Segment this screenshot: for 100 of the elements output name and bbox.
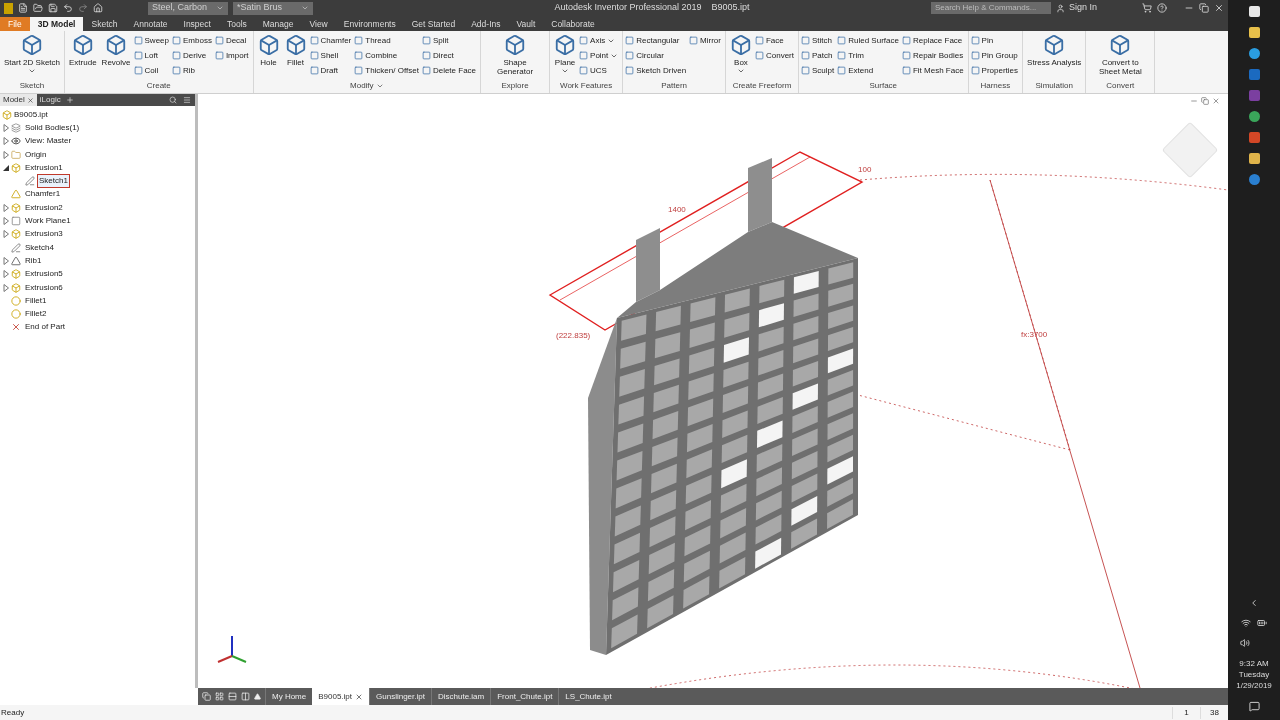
new-file-icon[interactable]: [18, 3, 28, 13]
ribbon-tool-button[interactable]: Loft: [133, 48, 171, 63]
expand-arrow-icon[interactable]: [2, 203, 10, 212]
volume-icon[interactable]: [1240, 638, 1250, 648]
expand-arrow-icon[interactable]: [2, 256, 10, 265]
appearance-dropdown[interactable]: *Satin Brus: [233, 1, 313, 15]
wifi-icon[interactable]: [1241, 618, 1251, 628]
ribbon-tool-button[interactable]: Circular: [625, 48, 689, 63]
tree-item[interactable]: End of Part: [23, 320, 68, 335]
tree-item[interactable]: Extrusion2: [23, 200, 65, 215]
menu-icon[interactable]: [183, 96, 191, 104]
app-logo-icon[interactable]: [4, 2, 13, 14]
ribbon-tab[interactable]: View: [301, 17, 336, 31]
ribbon-tool-button[interactable]: Shell: [309, 48, 354, 63]
clock[interactable]: 9:32 AM Tuesday 1/29/2019: [1236, 658, 1272, 691]
ribbon-tab[interactable]: Add-Ins: [463, 17, 509, 31]
sign-in-button[interactable]: Sign In: [1055, 1, 1097, 15]
ribbon-tool-button[interactable]: Repair Bodies: [901, 48, 966, 63]
ribbon-tool-button[interactable]: Rectangular: [625, 33, 689, 48]
document-tab[interactable]: B9005.ipt: [312, 688, 370, 705]
ribbon-tool-button[interactable]: Draft: [309, 63, 354, 78]
ribbon-tool-button[interactable]: Extend: [837, 63, 901, 78]
collapse-arrow-icon[interactable]: [2, 163, 10, 172]
ribbon-large-button[interactable]: Stress Analysis: [1025, 33, 1084, 67]
ribbon-tool-button[interactable]: Fit Mesh Face: [901, 63, 966, 78]
ribbon-tool-button[interactable]: UCS: [579, 63, 621, 78]
ribbon-tab[interactable]: 3D Model: [29, 17, 84, 31]
tree-item[interactable]: Fillet2: [23, 307, 49, 322]
ribbon-tool-button[interactable]: Direct: [421, 48, 479, 63]
ribbon-tool-button[interactable]: Coil: [133, 63, 171, 78]
tree-item[interactable]: Extrusion1: [23, 160, 65, 175]
tree-item[interactable]: Extrusion5: [23, 267, 65, 282]
tree-item[interactable]: Sketch4: [23, 240, 56, 255]
ribbon-tool-button[interactable]: Face: [754, 33, 796, 48]
expand-arrow-icon[interactable]: [2, 150, 10, 159]
notification-icon[interactable]: [1248, 701, 1260, 712]
ribbon-tab[interactable]: Environments: [335, 17, 404, 31]
ribbon-tool-button[interactable]: Pin: [970, 33, 1021, 48]
tree-item[interactable]: View: Master: [23, 134, 74, 149]
ribbon-tab[interactable]: Collaborate: [543, 17, 603, 31]
home-icon[interactable]: [93, 3, 103, 13]
undo-icon[interactable]: [63, 3, 73, 13]
ribbon-tool-button[interactable]: Trim: [837, 48, 901, 63]
ribbon-tool-button[interactable]: Properties: [970, 63, 1021, 78]
tree-item[interactable]: Chamfer1: [23, 187, 63, 202]
browser-tab[interactable]: iLogic: [36, 94, 64, 106]
tree-item[interactable]: Origin: [23, 147, 49, 162]
battery-icon[interactable]: [1257, 618, 1267, 628]
close-icon[interactable]: [1212, 97, 1220, 105]
ribbon-tool-button[interactable]: Thicken/ Offset: [354, 63, 421, 78]
app-icon[interactable]: [1248, 174, 1260, 185]
ribbon-tool-button[interactable]: Delete Face: [421, 63, 479, 78]
expand-arrow-icon[interactable]: [2, 137, 10, 146]
tile-icon[interactable]: [215, 692, 224, 701]
ribbon-tab[interactable]: Annotate: [125, 17, 176, 31]
search-field[interactable]: Search Help & Commands...: [930, 2, 1051, 14]
chevron-left-icon[interactable]: [1249, 598, 1259, 608]
redo-icon[interactable]: [78, 3, 88, 13]
ribbon-tool-button[interactable]: Axis: [579, 33, 621, 48]
ribbon-tab[interactable]: Inspect: [175, 17, 219, 31]
ribbon-tool-button[interactable]: Sketch Driven: [625, 63, 689, 78]
ribbon-tool-button[interactable]: Sweep: [133, 33, 171, 48]
horizontal-split-icon[interactable]: [228, 692, 237, 701]
help-icon[interactable]: [1157, 3, 1167, 13]
ribbon-tool-button[interactable]: Decal: [214, 33, 251, 48]
ribbon-tool-button[interactable]: Mirror: [689, 33, 723, 48]
ribbon-large-button[interactable]: Start 2D Sketch: [2, 33, 63, 75]
ribbon-large-button[interactable]: Shape Generator: [483, 33, 548, 76]
restore-icon[interactable]: [1199, 3, 1209, 13]
tree-item[interactable]: Fillet1: [23, 293, 49, 308]
ribbon-tool-button[interactable]: Import: [214, 48, 251, 63]
tree-item[interactable]: Work Plane1: [23, 214, 73, 229]
ribbon-large-button[interactable]: Box: [727, 33, 754, 75]
ribbon-tab[interactable]: Tools: [218, 17, 255, 31]
ribbon-tool-button[interactable]: Point: [579, 48, 621, 63]
ribbon-tool-button[interactable]: Emboss: [172, 33, 214, 48]
tree-item[interactable]: Rib1: [23, 253, 44, 268]
expand-arrow-icon[interactable]: [2, 230, 10, 239]
ribbon-tool-button[interactable]: Pin Group: [970, 48, 1021, 63]
ribbon-tool-button[interactable]: Chamfer: [309, 33, 354, 48]
ribbon-tool-button[interactable]: Sculpt: [801, 63, 837, 78]
ribbon-tool-button[interactable]: Split: [421, 33, 479, 48]
expand-arrow-icon[interactable]: [2, 283, 10, 292]
open-icon[interactable]: [33, 3, 43, 13]
tree-item[interactable]: Extrusion6: [23, 280, 65, 295]
ribbon-tool-button[interactable]: Combine: [354, 48, 421, 63]
ribbon-tool-button[interactable]: Thread: [354, 33, 421, 48]
ribbon-tab[interactable]: Get Started: [403, 17, 464, 31]
ribbon-large-button[interactable]: Convert to Sheet Metal: [1088, 33, 1153, 76]
cart-icon[interactable]: [1142, 3, 1152, 13]
close-icon[interactable]: [26, 96, 34, 104]
ribbon-tab[interactable]: Sketch: [83, 17, 126, 31]
ribbon-large-button[interactable]: Extrude: [67, 33, 99, 67]
browser-tab[interactable]: Model: [0, 94, 37, 106]
tree-item[interactable]: Extrusion3: [23, 227, 65, 242]
app-icon[interactable]: [1248, 153, 1260, 164]
ribbon-tool-button[interactable]: Patch: [801, 48, 837, 63]
close-icon[interactable]: [1214, 3, 1224, 13]
ribbon-tool-button[interactable]: Convert: [754, 48, 796, 63]
search-icon[interactable]: [169, 96, 177, 104]
